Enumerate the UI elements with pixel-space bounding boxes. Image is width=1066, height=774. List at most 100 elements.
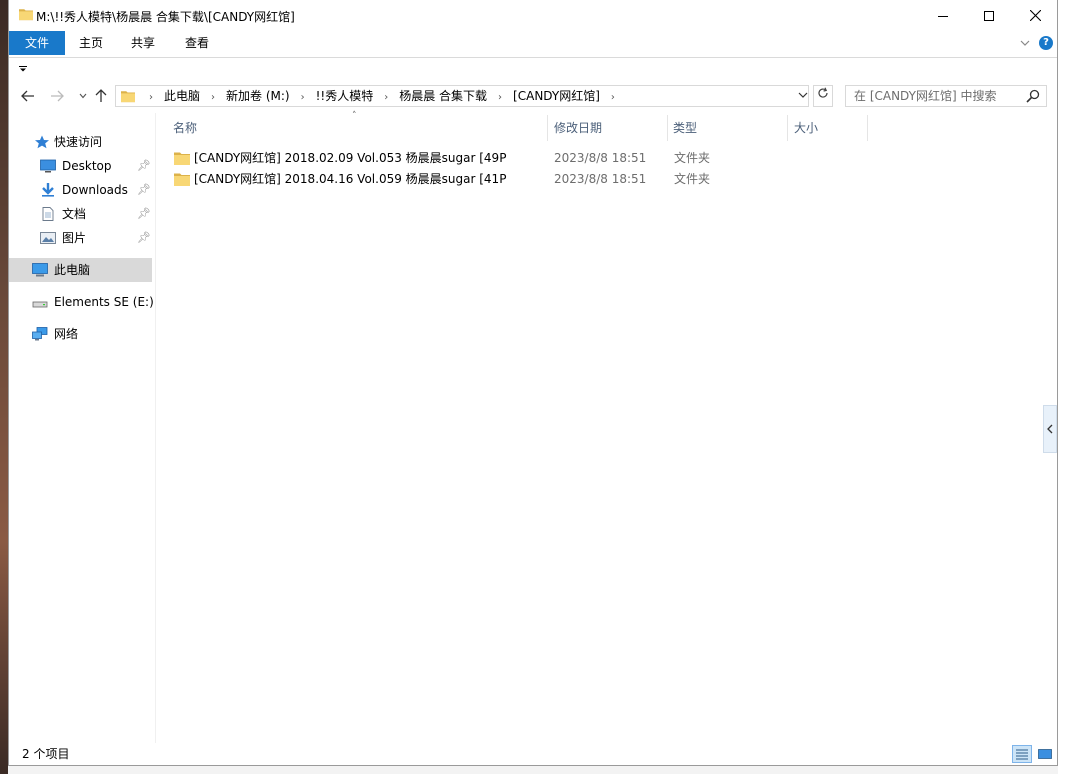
tab-file[interactable]: 文件 [9, 31, 65, 55]
breadcrumb-separator-icon[interactable]: › [491, 88, 509, 108]
preview-pane-toggle-button[interactable] [1043, 405, 1057, 453]
column-separator[interactable] [547, 115, 548, 141]
forward-arrow-icon [51, 90, 64, 102]
breadcrumb-this-pc[interactable]: 此电脑 [160, 86, 204, 106]
folder-icon [121, 91, 135, 103]
chevron-left-icon [1047, 424, 1053, 434]
sidebar-item-drive-e[interactable]: Elements SE (E:) [9, 290, 154, 314]
tab-share[interactable]: 共享 [117, 31, 169, 55]
minimize-button[interactable] [920, 0, 966, 31]
sidebar-item-documents[interactable]: 文档 📌︎ [9, 202, 152, 226]
column-header-size[interactable]: 大小 [794, 113, 818, 143]
navigation-bar: › 此电脑 › 新加卷 (M:) › !!秀人模特 › 杨晨晨 合集下载 › [CANDY网红馆]… [9, 80, 1057, 112]
up-button[interactable] [93, 88, 109, 104]
network-icon [32, 327, 48, 341]
sidebar-item-downloads[interactable]: Downloads 📌︎ [9, 178, 152, 202]
breadcrumb-separator-icon[interactable]: › [142, 88, 160, 108]
refresh-icon [818, 87, 828, 98]
help-icon[interactable]: ? [1039, 36, 1053, 50]
large-icons-view-button[interactable] [1036, 745, 1054, 763]
table-row[interactable]: [CANDY网红馆] 2018.04.16 Vol.059 杨晨晨sugar [… [170, 169, 1030, 190]
item-count: 2 个项目 [22, 747, 70, 761]
minimize-icon [938, 15, 948, 17]
sidebar-item-network[interactable]: 网络 [9, 322, 152, 346]
desktop-background-right [1058, 0, 1066, 774]
sidebar-item-pictures[interactable]: 图片 📌︎ [9, 226, 152, 250]
pin-icon[interactable]: 📌︎ [137, 202, 151, 226]
sidebar-item-label: Elements SE (E:) [54, 295, 154, 309]
desktop-background-left [0, 0, 8, 774]
column-header-type[interactable]: 类型 [673, 113, 697, 143]
breadcrumb-separator-icon[interactable]: › [604, 88, 622, 108]
pin-icon[interactable]: 📌︎ [137, 178, 151, 202]
quick-access-toolbar [9, 57, 1057, 79]
address-history-chevron-icon[interactable] [798, 90, 808, 100]
drive-icon [32, 301, 48, 308]
sidebar-item-quick-access[interactable]: 快速访问 [9, 130, 152, 154]
computer-icon [32, 263, 48, 277]
expand-ribbon-chevron-icon[interactable] [1019, 37, 1031, 49]
document-icon [42, 207, 54, 221]
sidebar-item-label: 网络 [54, 327, 79, 341]
close-icon [1029, 10, 1041, 21]
window-title: M:\!!秀人模特\杨晨晨 合集下载\[CANDY网红馆] [36, 10, 295, 24]
navigation-pane: 快速访问 Desktop 📌︎ Downloads 📌︎ 文档 📌︎ 图片 📌︎… [9, 113, 155, 743]
search-icon[interactable] [1026, 89, 1040, 103]
address-bar[interactable]: › 此电脑 › 新加卷 (M:) › !!秀人模特 › 杨晨晨 合集下载 › [CANDY网红馆]… [115, 85, 809, 107]
search-box[interactable] [845, 85, 1047, 107]
picture-icon [40, 232, 56, 244]
refresh-button[interactable] [813, 85, 833, 107]
breadcrumb-current-folder[interactable]: [CANDY网红馆] [509, 86, 604, 106]
column-separator[interactable] [667, 115, 668, 141]
column-separator[interactable] [867, 115, 868, 141]
status-bar: 2 个项目 [9, 743, 1057, 765]
maximize-icon [984, 10, 994, 21]
column-separator[interactable] [787, 115, 788, 141]
column-header-name[interactable]: 名称 [173, 113, 197, 143]
breadcrumb-separator-icon[interactable]: › [294, 88, 312, 108]
sidebar-item-label: Downloads [62, 183, 128, 197]
breadcrumb: › 此电脑 › 新加卷 (M:) › !!秀人模特 › 杨晨晨 合集下载 › [CANDY网红馆]… [142, 86, 622, 106]
tab-home[interactable]: 主页 [65, 31, 117, 55]
large-icons-view-icon [1038, 749, 1052, 759]
file-date: 2023/8/8 18:51 [554, 172, 647, 186]
table-row[interactable]: [CANDY网红馆] 2018.02.09 Vol.053 杨晨晨sugar [… [170, 148, 1030, 169]
file-type: 文件夹 [674, 151, 711, 165]
file-type: 文件夹 [674, 172, 711, 186]
sidebar-item-label: 文档 [62, 207, 87, 221]
breadcrumb-collection-folder[interactable]: 杨晨晨 合集下载 [395, 86, 491, 106]
breadcrumb-drive-m[interactable]: 新加卷 (M:) [222, 86, 294, 106]
breadcrumb-separator-icon[interactable]: › [377, 88, 395, 108]
sidebar-item-label: 此电脑 [54, 263, 91, 277]
breadcrumb-separator-icon[interactable]: › [204, 88, 222, 108]
back-button[interactable] [20, 88, 36, 104]
download-icon [42, 183, 54, 197]
recent-locations-button[interactable] [75, 88, 91, 104]
folder-icon [19, 9, 33, 21]
folder-icon [174, 173, 190, 186]
pin-icon[interactable]: 📌︎ [137, 226, 151, 250]
title-bar[interactable]: M:\!!秀人模特\杨晨晨 合集下载\[CANDY网红馆] [9, 0, 1057, 31]
breadcrumb-models-folder[interactable]: !!秀人模特 [312, 86, 378, 106]
sidebar-item-desktop[interactable]: Desktop 📌︎ [9, 154, 152, 178]
maximize-button[interactable] [966, 0, 1012, 31]
sidebar-item-label: 图片 [62, 231, 87, 245]
tab-view[interactable]: 查看 [169, 31, 225, 55]
pin-icon[interactable]: 📌︎ [137, 154, 151, 178]
close-button[interactable] [1012, 0, 1058, 31]
sidebar-item-this-pc[interactable]: 此电脑 [9, 258, 152, 282]
ribbon-tabs: 文件 主页 共享 查看 ? [9, 31, 1057, 56]
details-view-button[interactable] [1012, 745, 1032, 763]
customize-toolbar-arrow-icon[interactable] [19, 66, 27, 72]
column-header-date[interactable]: 修改日期 [554, 113, 602, 143]
sort-ascending-icon: ˄ [352, 111, 357, 121]
sidebar-item-label: Desktop [62, 159, 112, 173]
desktop-icon [40, 159, 56, 173]
chevron-down-icon [79, 93, 87, 99]
star-icon [35, 135, 49, 149]
background-window-edge [8, 766, 1058, 774]
up-arrow-icon [95, 89, 107, 102]
file-name: [CANDY网红馆] 2018.04.16 Vol.059 杨晨晨sugar [… [194, 172, 507, 186]
forward-button[interactable] [49, 88, 65, 104]
search-input[interactable] [846, 86, 1016, 106]
